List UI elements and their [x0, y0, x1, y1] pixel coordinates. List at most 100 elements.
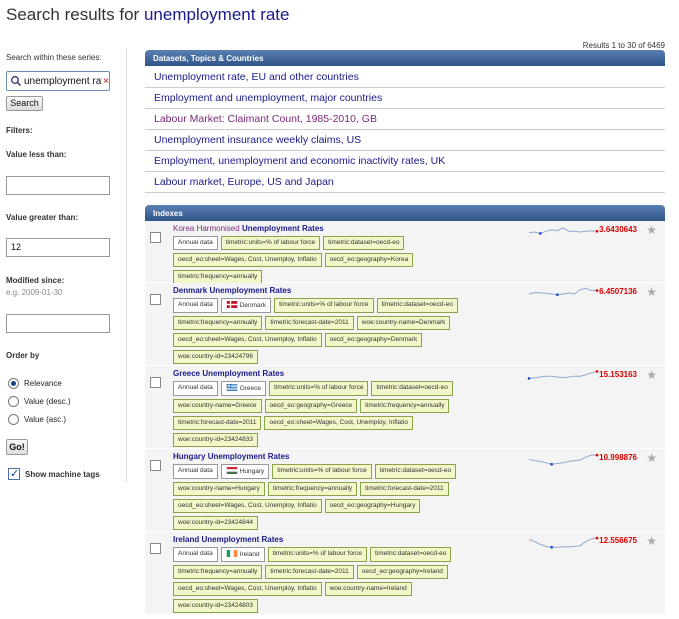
index-country: Korea Harmonised — [173, 224, 240, 233]
machine-tag[interactable]: timetric:frequency=annually — [173, 270, 263, 284]
machine-tag[interactable]: oecd_eo:sheet=Wages, Cost, Unemploy, Inf… — [264, 416, 414, 430]
index-title-link[interactable]: Greece Unemployment Rates — [173, 369, 284, 378]
clear-search-icon[interactable]: × — [103, 76, 109, 87]
index-name: Unemployment Rates — [209, 286, 292, 295]
machine-tag[interactable]: woe:country-name=Ireland — [324, 582, 412, 596]
machine-tag[interactable]: oecd_eo:sheet=Wages, Cost, Unemploy, Inf… — [173, 499, 322, 513]
machine-tag[interactable]: woe:country-name=Hungary — [173, 482, 265, 496]
machine-tag[interactable]: timetric:frequency=annually — [267, 482, 358, 496]
dataset-link[interactable]: Unemployment rate, EU and other countrie… — [145, 67, 665, 88]
dataset-link[interactable]: Labour market, Europe, US and Japan — [145, 172, 665, 193]
dataset-link[interactable]: Employment, unemployment and economic in… — [145, 151, 665, 172]
modified-since-input[interactable] — [6, 314, 110, 333]
favorite-star-icon[interactable]: ★ — [646, 285, 657, 299]
index-title-link[interactable]: Denmark Unemployment Rates — [173, 286, 291, 295]
frequency-tag[interactable]: Annual data — [173, 298, 218, 313]
index-country: Ireland — [173, 535, 200, 544]
sparkline-series — [528, 227, 598, 234]
show-machine-tags-checkbox[interactable] — [8, 467, 20, 480]
frequency-tag[interactable]: Annual data — [173, 236, 218, 250]
machine-tag[interactable]: woe:country-id=23424803 — [173, 599, 258, 613]
show-machine-tags[interactable]: Show machine tags — [8, 467, 100, 480]
index-select-checkbox[interactable] — [150, 377, 161, 388]
value-greater-input[interactable]: 12 — [6, 238, 110, 257]
machine-tag[interactable]: timetric:dataset=oecd-eo — [323, 236, 405, 250]
machine-tag[interactable]: woe:country-name=Greece — [173, 399, 262, 413]
machine-tag[interactable]: oecd_eo:geography=Ireland — [356, 565, 448, 579]
dataset-link[interactable]: Labour Market: Claimant Count, 1985-2010… — [145, 109, 665, 130]
index-title-link[interactable]: Hungary Unemployment Rates — [173, 452, 289, 461]
frequency-tag[interactable]: Annual data — [173, 464, 218, 479]
machine-tag[interactable]: timetric:dataset=oecd-eo — [376, 298, 458, 313]
country-tag[interactable]: Ireland — [220, 547, 265, 562]
sparkline-series — [528, 454, 597, 465]
flag-icon — [226, 301, 237, 308]
order-option-relevance[interactable]: Relevance — [8, 378, 62, 389]
order-option-value-desc[interactable]: Value (desc.) — [8, 396, 71, 407]
machine-tag[interactable]: woe:country-name=Denmark — [356, 316, 451, 330]
machine-tag[interactable]: oecd_eo:sheet=Wages, Cost, Unemploy, Inf… — [173, 582, 322, 596]
machine-tag[interactable]: timetric:forecast-date=2011 — [265, 316, 354, 330]
machine-tag[interactable]: timetric:units=% of labour force — [274, 298, 374, 313]
frequency-tag[interactable]: Annual data — [173, 547, 218, 562]
machine-tag[interactable]: timetric:units=% of labour force — [267, 547, 367, 562]
show-machine-tags-label: Show machine tags — [25, 469, 100, 479]
country-tag[interactable]: Hungary — [220, 464, 270, 479]
order-option-value-asc[interactable]: Value (asc.) — [8, 414, 66, 425]
machine-tag[interactable]: timetric:frequency=annually — [173, 316, 263, 330]
index-country: Greece — [173, 369, 201, 378]
machine-tag[interactable]: timetric:units=% of labour force — [272, 464, 372, 479]
index-latest-value: 3.6430643 — [599, 225, 637, 234]
country-tag-label: Ireland — [239, 551, 260, 558]
value-less-input[interactable] — [6, 176, 110, 195]
sparkline — [528, 453, 599, 466]
machine-tag[interactable]: timetric:dataset=oecd-eo — [370, 547, 452, 562]
favorite-star-icon[interactable]: ★ — [646, 368, 657, 382]
machine-tag[interactable]: timetric:forecast-date=2011 — [360, 482, 449, 496]
machine-tag[interactable]: timetric:dataset=oecd-eo — [374, 464, 457, 479]
index-select-checkbox[interactable] — [150, 294, 161, 305]
machine-tag[interactable]: woe:country-id=23424833 — [173, 433, 258, 447]
machine-tag[interactable]: woe:country-id=23424796 — [173, 350, 258, 364]
country-tag[interactable]: Greece — [220, 381, 267, 396]
index-row: Greece Unemployment Rates 15.153163 ★ Annua… — [145, 366, 665, 449]
search-within-input[interactable]: unemployment rates × — [6, 71, 110, 91]
radio-value-asc[interactable] — [8, 414, 19, 425]
index-country: Hungary — [173, 452, 206, 461]
index-select-checkbox[interactable] — [150, 543, 161, 554]
country-tag[interactable]: Denmark — [220, 298, 272, 313]
index-title-link[interactable]: Ireland Unemployment Rates — [173, 535, 283, 544]
machine-tag[interactable]: timetric:frequency=annually — [173, 565, 263, 579]
radio-value-desc[interactable] — [8, 396, 19, 407]
machine-tag[interactable]: timetric:forecast-date=2011 — [265, 565, 354, 579]
favorite-star-icon[interactable]: ★ — [646, 451, 657, 465]
go-button[interactable]: Go! — [6, 439, 28, 455]
search-button[interactable]: Search — [6, 96, 43, 111]
dataset-link[interactable]: Unemployment insurance weekly claims, US — [145, 130, 665, 151]
machine-tag[interactable]: timetric:dataset=oecd-eo — [371, 381, 453, 396]
machine-tag[interactable]: timetric:forecast-date=2011 — [173, 416, 262, 430]
machine-tag[interactable]: timetric:units=% of labour force — [269, 381, 369, 396]
sparkline-series — [528, 537, 598, 548]
machine-tag[interactable]: woe:country-id=23424844 — [173, 516, 258, 530]
index-select-checkbox[interactable] — [150, 232, 161, 243]
index-select-checkbox[interactable] — [150, 460, 161, 471]
sparkline-marker — [595, 370, 599, 373]
dataset-link[interactable]: Employment and unemployment, major count… — [145, 88, 665, 109]
machine-tag[interactable]: oecd_eo:geography=Greece — [264, 399, 358, 413]
frequency-tag[interactable]: Annual data — [173, 381, 218, 396]
sparkline — [528, 227, 599, 235]
machine-tag[interactable]: timetric:frequency=annually — [360, 399, 450, 413]
favorite-star-icon[interactable]: ★ — [646, 223, 657, 237]
sparkline-series — [528, 370, 598, 379]
favorite-star-icon[interactable]: ★ — [646, 534, 657, 548]
machine-tag[interactable]: oecd_eo:geography=Korea — [324, 253, 414, 267]
index-title-link[interactable]: Korea Harmonised Unemployment Rates — [173, 224, 324, 233]
machine-tag[interactable]: timetric:units=% of labour force — [220, 236, 321, 250]
machine-tag[interactable]: oecd_eo:geography=Hungary — [324, 499, 421, 513]
machine-tag[interactable]: oecd_eo:sheet=Wages, Cost, Unemploy, Inf… — [173, 253, 322, 267]
machine-tag[interactable]: oecd_eo:sheet=Wages, Cost, Unemploy, Inf… — [173, 333, 322, 347]
machine-tag[interactable]: oecd_eo:geography=Denmark — [324, 333, 423, 347]
search-within-value: unemployment rates — [24, 75, 102, 87]
radio-relevance[interactable] — [8, 378, 19, 389]
